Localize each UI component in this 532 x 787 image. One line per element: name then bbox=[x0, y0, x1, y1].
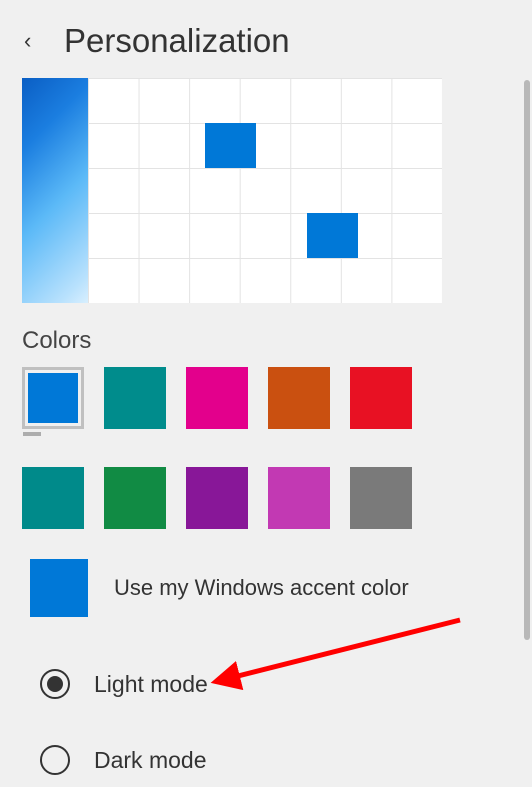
color-swatch-blue[interactable] bbox=[22, 367, 84, 429]
swatch-row bbox=[22, 467, 532, 529]
header: ‹ Personalization bbox=[0, 0, 532, 78]
light-mode-option[interactable]: Light mode bbox=[40, 669, 532, 699]
dark-mode-option[interactable]: Dark mode bbox=[40, 745, 532, 775]
mode-label: Light mode bbox=[94, 671, 208, 698]
theme-mode-list: Light mode Dark mode bbox=[40, 669, 532, 775]
mode-label: Dark mode bbox=[94, 747, 206, 774]
accent-color-option[interactable]: Use my Windows accent color bbox=[30, 559, 532, 617]
colors-section-title: Colors bbox=[22, 327, 532, 355]
preview-tile bbox=[205, 123, 256, 168]
preview-wallpaper bbox=[22, 78, 88, 303]
scrollbar-thumb[interactable] bbox=[524, 80, 530, 640]
accent-color-swatch[interactable] bbox=[30, 559, 88, 617]
color-swatch-gray[interactable] bbox=[350, 467, 412, 529]
theme-preview bbox=[22, 78, 442, 303]
color-swatch-purple[interactable] bbox=[186, 467, 248, 529]
color-swatch-dark-teal[interactable] bbox=[22, 467, 84, 529]
radio-icon bbox=[40, 669, 70, 699]
swatch-row bbox=[22, 367, 532, 429]
back-button[interactable]: ‹ bbox=[24, 28, 52, 54]
color-swatch-red[interactable] bbox=[350, 367, 412, 429]
preview-grid bbox=[88, 78, 442, 303]
radio-icon bbox=[40, 745, 70, 775]
accent-color-label: Use my Windows accent color bbox=[114, 575, 409, 601]
color-swatch-pink[interactable] bbox=[268, 467, 330, 529]
preview-tile bbox=[307, 213, 358, 258]
color-swatch-orange[interactable] bbox=[268, 367, 330, 429]
color-swatch-grid bbox=[22, 367, 532, 529]
page-title: Personalization bbox=[64, 22, 290, 60]
color-swatch-magenta[interactable] bbox=[186, 367, 248, 429]
color-swatch-green[interactable] bbox=[104, 467, 166, 529]
scrollbar[interactable] bbox=[520, 80, 532, 787]
color-swatch-teal[interactable] bbox=[104, 367, 166, 429]
